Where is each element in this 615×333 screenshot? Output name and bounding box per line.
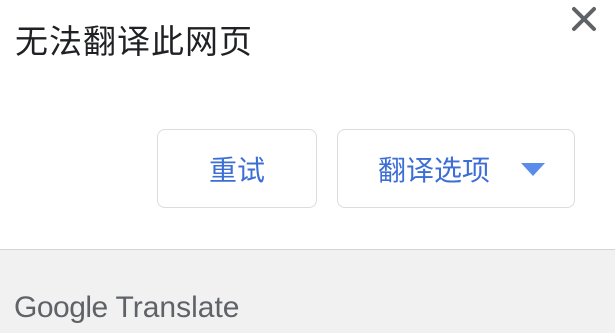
close-button[interactable] [562, 0, 606, 40]
close-icon [572, 7, 596, 31]
google-translate-logo: Google Translate [14, 290, 240, 326]
retry-button-label: 重试 [208, 153, 265, 187]
translate-options-label: 翻译选项 [378, 153, 491, 187]
brand-translate-text: Translate [115, 291, 240, 324]
brand-google-text: Google [14, 291, 108, 324]
translate-error-bubble: 无法翻译此网页 重试 翻译选项 Google Translate [0, 0, 615, 333]
caret-down-icon [521, 163, 545, 176]
dialog-title: 无法翻译此网页 [15, 22, 253, 61]
translate-options-button[interactable]: 翻译选项 [337, 129, 575, 208]
footer: Google Translate [0, 249, 615, 333]
retry-button[interactable]: 重试 [157, 129, 317, 208]
